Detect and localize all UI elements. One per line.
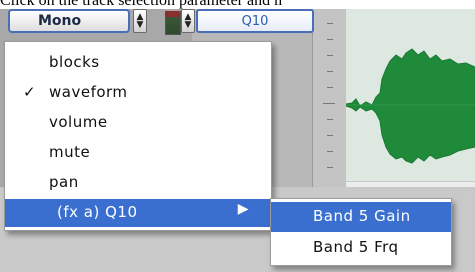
param-arrow-button[interactable]: ▲ ▼ [181,9,195,33]
menu-item-label: volume [49,113,108,131]
track-name-button[interactable]: Mono [8,9,130,33]
up-down-arrow-icon: ▼ [136,20,144,30]
submenu-item-band-5-gain[interactable]: Band 5 Gain [271,202,451,232]
menu-item-blocks[interactable]: blocks [5,50,271,76]
menu-item-pan[interactable]: pan [5,170,271,196]
menu-item-label: mute [49,143,91,161]
track-name-arrow-button[interactable]: ▲ ▼ [133,9,147,33]
menu-item-volume[interactable]: volume [5,110,271,136]
fx-parameter-submenu: Band 5 Gain Band 5 Frq [270,198,452,266]
submenu-item-band-5-frq[interactable]: Band 5 Frq [271,234,451,262]
waveform-display[interactable] [346,9,475,181]
track-parameter-label: Q10 [241,13,269,29]
menu-item-fx-a-q10[interactable]: (fx a) Q10 ▶ [5,199,271,227]
menu-item-label: (fx a) Q10 [57,203,138,221]
clip-indicator [165,11,179,17]
menu-item-label: blocks [49,53,100,71]
track-view-menu: blocks ✓ waveform volume mute pan (fx a)… [4,41,272,231]
submenu-arrow-icon: ▶ [237,201,249,217]
menu-item-label: pan [49,173,79,191]
waveform-graphic [346,48,475,164]
menu-item-label: waveform [49,83,128,101]
checkmark-icon: ✓ [23,83,37,101]
track-name-label: Mono [38,13,82,29]
track-parameter-button[interactable]: Q10 [196,9,314,33]
track-ruler [312,9,348,187]
menu-item-waveform[interactable]: ✓ waveform [5,80,271,106]
submenu-item-label: Band 5 Frq [313,238,399,256]
up-down-arrow-icon: ▼ [184,20,192,30]
submenu-item-label: Band 5 Gain [313,207,411,225]
menu-item-mute[interactable]: mute [5,140,271,166]
